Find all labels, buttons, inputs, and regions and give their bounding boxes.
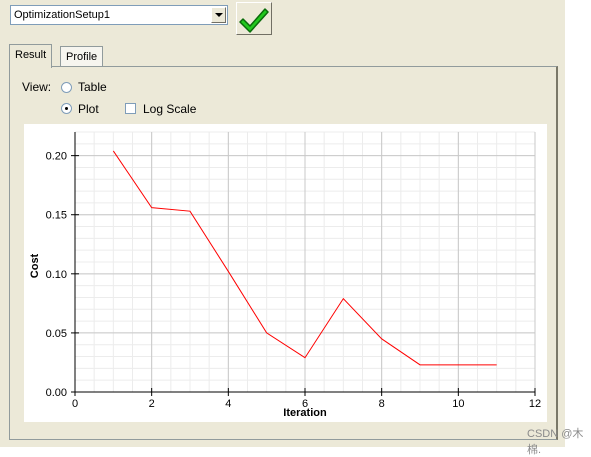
log-scale-label: Log Scale: [143, 102, 197, 116]
radio-selected-dot: [65, 107, 68, 110]
y-tick-label: 0.10: [46, 269, 67, 281]
x-tick-label: 2: [149, 398, 155, 410]
dropdown-button[interactable]: [211, 7, 226, 23]
plot-radio-label: Plot: [78, 102, 99, 116]
tab-result[interactable]: Result: [9, 44, 53, 68]
cost-chart: 0 2 4 6 8 10 120.000.050.100.150.20 Iteration …: [29, 131, 541, 419]
plot-area: 0 2 4 6 8 10 12 0.00 0.05 0.10 0.15 0.20 Iteration …: [24, 124, 547, 422]
x-tick-label: 8: [379, 398, 385, 410]
tab-profile[interactable]: Profile: [60, 46, 104, 68]
setup-dropdown-value: OptimizationSetup1: [14, 9, 110, 21]
x-tick-label: 0: [72, 398, 78, 410]
y-tick-label: 0.05: [46, 328, 67, 340]
setup-dropdown[interactable]: OptimizationSetup1: [10, 5, 228, 25]
view-label: View:: [22, 80, 52, 94]
x-axis-label: Iteration: [283, 407, 327, 419]
x-tick-label: 4: [225, 398, 231, 410]
plot-radio[interactable]: [61, 103, 72, 114]
y-tick-label: 0.00: [46, 387, 67, 399]
log-scale-checkbox[interactable]: [125, 103, 136, 114]
x-tick-label: 12: [529, 398, 541, 410]
checkmark-icon: [239, 8, 269, 33]
apply-button[interactable]: [236, 2, 272, 35]
y-axis-label: Cost: [29, 253, 41, 278]
y-tick-label: 0.15: [46, 210, 67, 222]
chevron-down-icon: [215, 13, 223, 17]
watermark: CSDN @木棉.: [527, 428, 584, 456]
y-tick-label: 0.20: [46, 151, 67, 163]
x-tick-label: 10: [452, 398, 464, 410]
table-radio[interactable]: [61, 82, 72, 93]
table-radio-label: Table: [78, 80, 107, 94]
